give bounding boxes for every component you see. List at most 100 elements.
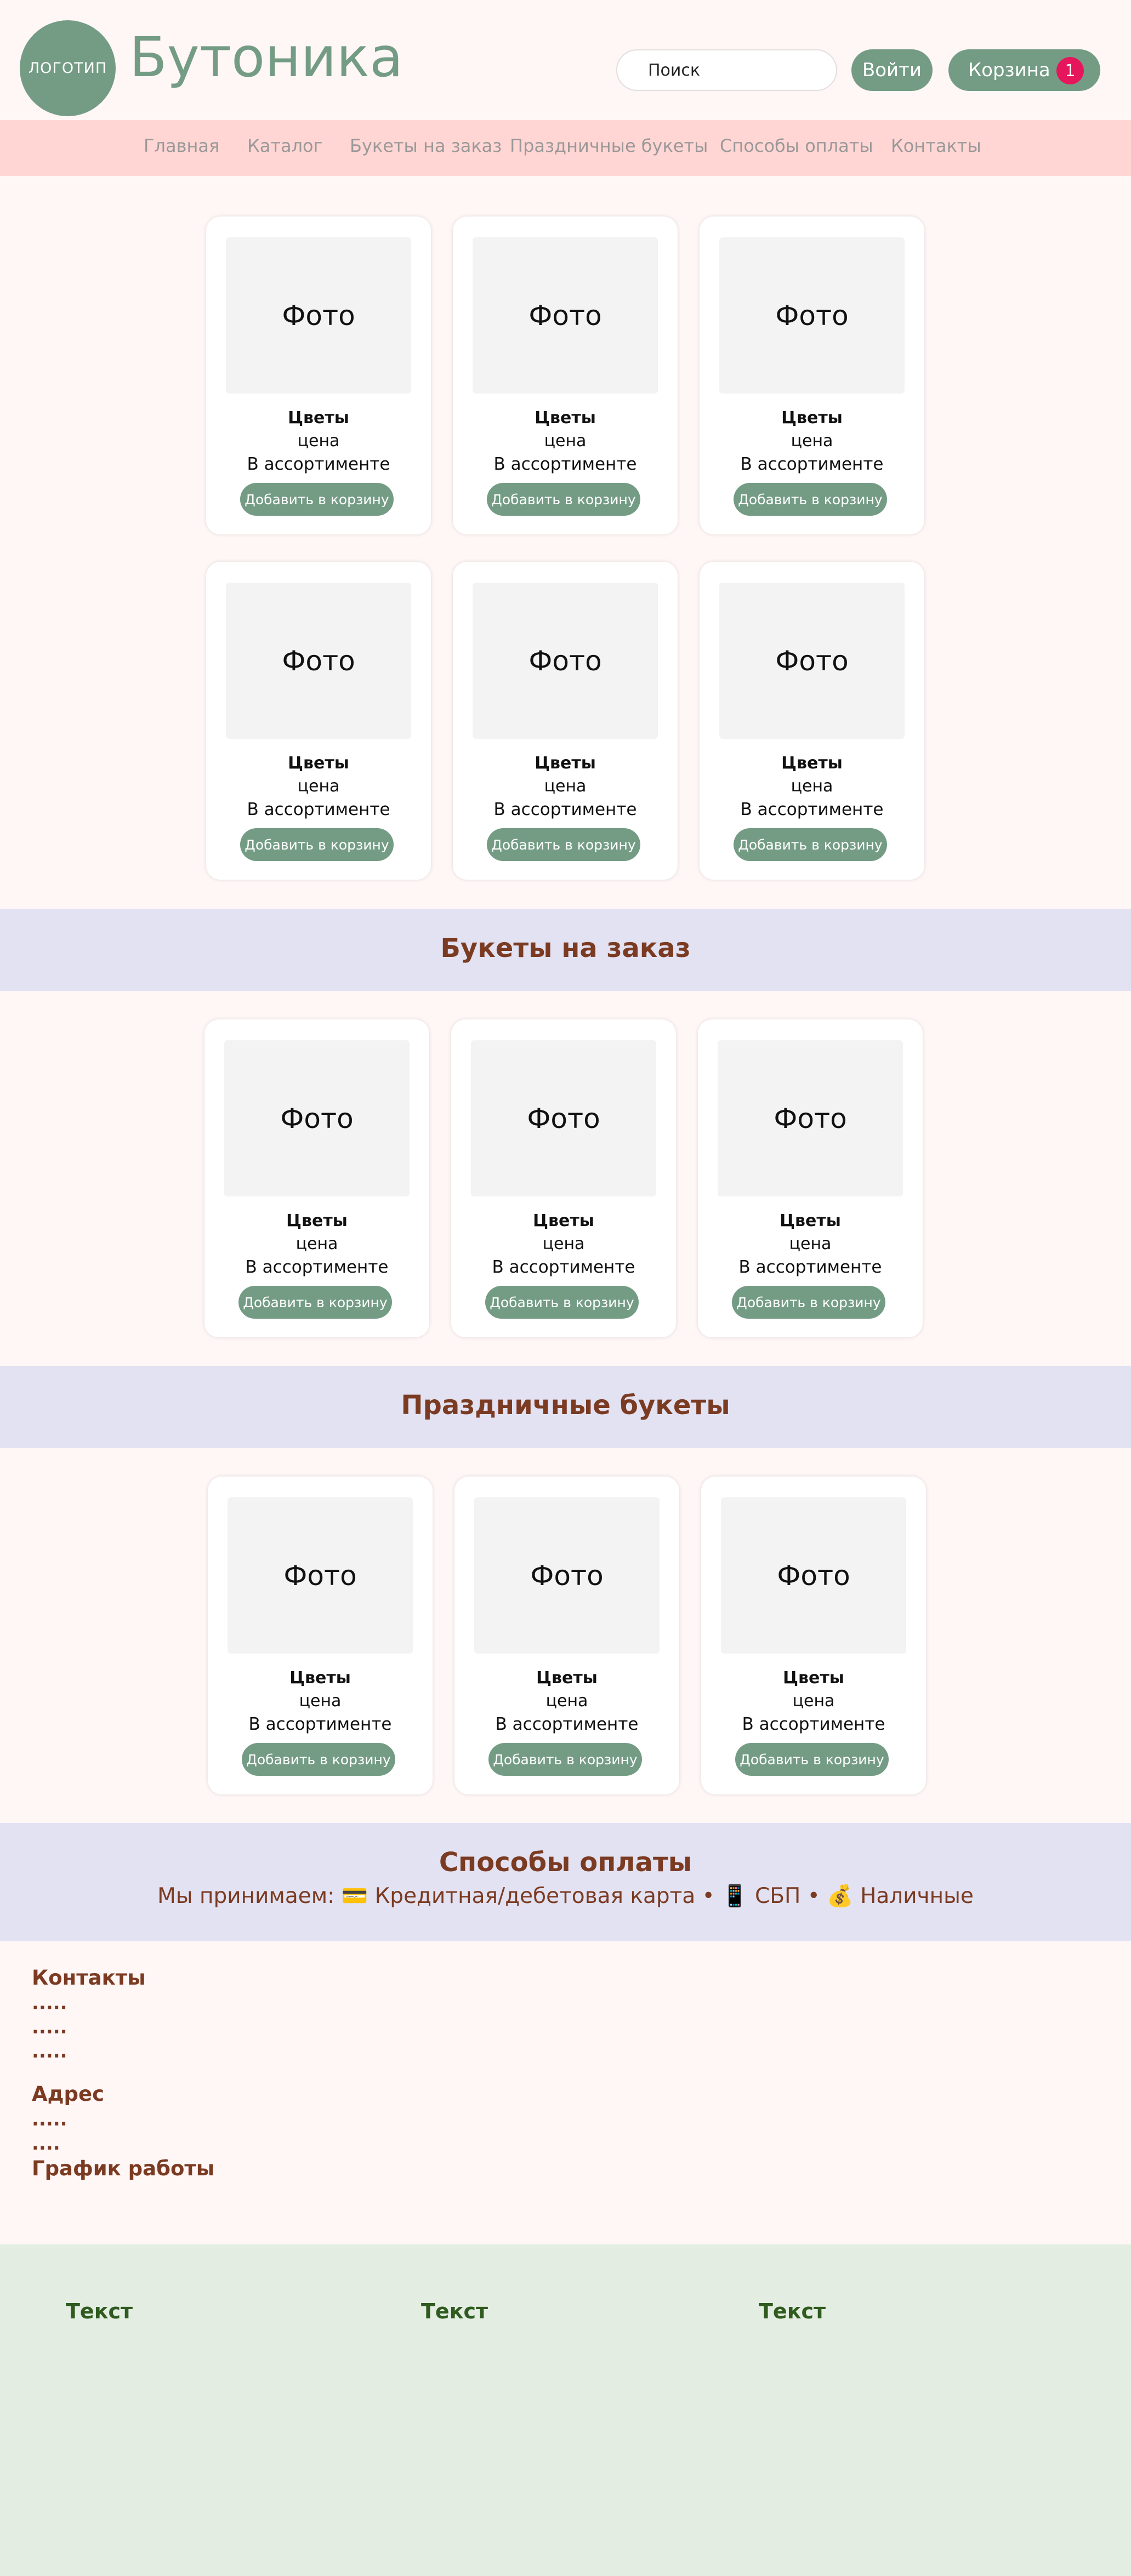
add-to-cart-button[interactable]: Добавить в корзину: [242, 1743, 395, 1776]
product-price: цена: [299, 1691, 342, 1711]
product-stock: В ассортименте: [493, 800, 637, 819]
product-card[interactable]: Фото Цветы цена В ассортименте Добавить …: [698, 1019, 923, 1337]
product-price: цена: [791, 431, 833, 451]
add-to-cart-button[interactable]: Добавить в корзину: [734, 828, 887, 861]
product-photo: Фото: [471, 1040, 656, 1196]
address-title: Адрес: [32, 2082, 105, 2106]
product-name: Цветы: [533, 1211, 594, 1230]
product-price: цена: [297, 431, 340, 451]
nav-item-catalog[interactable]: Каталог: [247, 135, 322, 156]
add-to-cart-button[interactable]: Добавить в корзину: [240, 828, 394, 861]
nav-item-contacts[interactable]: Контакты: [891, 135, 981, 156]
product-stock: В ассортименте: [738, 1257, 882, 1277]
add-to-cart-button[interactable]: Добавить в корзину: [735, 1743, 889, 1776]
contacts-section: Контакты ..... ..... ..... Адрес ..... .…: [32, 1965, 525, 2182]
product-photo: Фото: [719, 237, 905, 394]
product-name: Цветы: [536, 1668, 598, 1688]
section-header-custom: Букеты на заказ: [0, 909, 1131, 991]
product-card[interactable]: Фото Цветы цена В ассортименте Добавить …: [204, 1019, 429, 1337]
product-photo: Фото: [473, 583, 658, 739]
add-to-cart-button[interactable]: Добавить в корзину: [732, 1286, 885, 1319]
product-card[interactable]: Фото Цветы цена В ассортименте Добавить …: [700, 216, 924, 534]
product-photo: Фото: [719, 583, 905, 739]
nav-item-payment[interactable]: Способы оплаты: [720, 135, 873, 156]
add-to-cart-button[interactable]: Добавить в корзину: [487, 483, 640, 516]
contacts-title: Контакты: [32, 1966, 146, 1990]
product-name: Цветы: [288, 408, 349, 428]
product-card[interactable]: Фото Цветы цена В ассортименте Добавить …: [208, 1477, 433, 1794]
product-price: цена: [789, 1234, 832, 1253]
product-card[interactable]: Фото Цветы цена В ассортименте Добавить …: [700, 562, 924, 880]
nav-item-holiday[interactable]: Праздничные букеты: [510, 135, 708, 156]
add-to-cart-button[interactable]: Добавить в корзину: [488, 1743, 642, 1776]
add-to-cart-button[interactable]: Добавить в корзину: [238, 1286, 392, 1319]
address-line: .....: [32, 2108, 67, 2130]
product-name: Цветы: [535, 408, 596, 428]
product-card[interactable]: Фото Цветы цена В ассортименте Добавить …: [206, 216, 431, 534]
address-line: ....: [32, 2133, 60, 2155]
product-price: цена: [297, 777, 340, 796]
add-to-cart-button[interactable]: Добавить в корзину: [487, 828, 640, 861]
product-card[interactable]: Фото Цветы цена В ассортименте Добавить …: [453, 216, 678, 534]
section-title-payment: Способы оплаты: [439, 1847, 692, 1878]
product-stock: В ассортименте: [740, 454, 884, 474]
product-card[interactable]: Фото Цветы цена В ассортименте Добавить …: [451, 1019, 676, 1337]
login-button[interactable]: Войти: [851, 49, 933, 91]
cart-button[interactable]: Корзина 1: [948, 49, 1100, 91]
product-stock: В ассортименте: [495, 1714, 639, 1734]
product-stock: В ассортименте: [493, 454, 637, 474]
product-name: Цветы: [781, 754, 843, 773]
product-photo: Фото: [226, 237, 411, 394]
product-stock: В ассортименте: [245, 1257, 389, 1277]
product-name: Цветы: [288, 754, 349, 773]
payment-methods-text: Мы принимаем: 💳 Кредитная/дебетовая карт…: [157, 1884, 974, 1908]
product-name: Цветы: [286, 1211, 348, 1230]
product-stock: В ассортименте: [247, 454, 390, 474]
product-card[interactable]: Фото Цветы цена В ассортименте Добавить …: [453, 562, 678, 880]
footer-text-3: Текст: [759, 2299, 826, 2323]
product-stock: В ассортименте: [492, 1257, 635, 1277]
product-price: цена: [544, 431, 587, 451]
search-input[interactable]: Поиск: [616, 49, 837, 91]
product-price: цена: [792, 1691, 835, 1711]
product-stock: В ассортименте: [247, 800, 390, 819]
product-photo: Фото: [474, 1497, 660, 1654]
add-to-cart-button[interactable]: Добавить в корзину: [734, 483, 887, 516]
nav-item-custom[interactable]: Букеты на заказ: [350, 135, 502, 156]
nav-item-home[interactable]: Главная: [144, 135, 219, 156]
product-name: Цветы: [289, 1668, 351, 1688]
brand-title: Бутоника: [129, 25, 403, 89]
product-photo: Фото: [721, 1497, 906, 1654]
product-card[interactable]: Фото Цветы цена В ассортименте Добавить …: [454, 1477, 679, 1794]
product-photo: Фото: [718, 1040, 903, 1196]
payment-section: Способы оплаты Мы принимаем: 💳 Кредитная…: [0, 1823, 1131, 1941]
add-to-cart-button[interactable]: Добавить в корзину: [485, 1286, 639, 1319]
section-title-custom: Букеты на заказ: [440, 933, 691, 964]
product-stock: В ассортименте: [740, 800, 884, 819]
contact-line: .....: [32, 2041, 67, 2062]
logo-text: ЛОГОТИП: [28, 60, 107, 77]
product-price: цена: [295, 1234, 338, 1253]
product-card[interactable]: Фото Цветы цена В ассортименте Добавить …: [206, 562, 431, 880]
product-price: цена: [791, 777, 833, 796]
product-name: Цветы: [781, 408, 843, 428]
cart-label: Корзина: [968, 59, 1050, 81]
section-header-holiday: Праздничные букеты: [0, 1366, 1131, 1448]
section-title-holiday: Праздничные букеты: [401, 1390, 730, 1421]
product-photo: Фото: [224, 1040, 410, 1196]
logo[interactable]: ЛОГОТИП: [20, 20, 116, 116]
site-header: ЛОГОТИП Бутоника Поиск Войти Корзина 1: [0, 0, 1131, 120]
product-photo: Фото: [473, 237, 658, 394]
product-card[interactable]: Фото Цветы цена В ассортименте Добавить …: [701, 1477, 926, 1794]
product-name: Цветы: [780, 1211, 841, 1230]
contact-line: .....: [32, 1992, 67, 2014]
product-price: цена: [542, 1234, 585, 1253]
hours-title: График работы: [32, 2157, 215, 2180]
product-stock: В ассортименте: [248, 1714, 392, 1734]
footer-text-1: Текст: [66, 2299, 133, 2323]
add-to-cart-button[interactable]: Добавить в корзину: [240, 483, 394, 516]
footer-text-2: Текст: [421, 2299, 488, 2323]
site-footer: Текст Текст Текст: [0, 2244, 1131, 2576]
main-nav: Главная Каталог Букеты на заказ Празднич…: [0, 120, 1131, 176]
product-photo: Фото: [228, 1497, 413, 1654]
